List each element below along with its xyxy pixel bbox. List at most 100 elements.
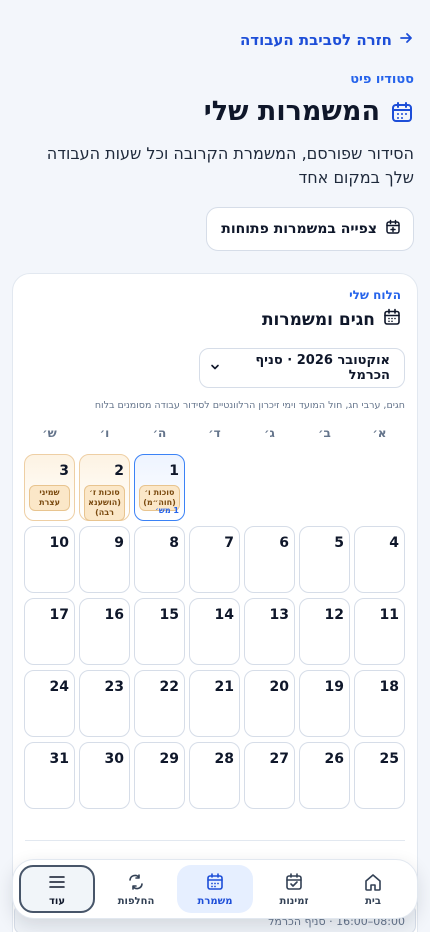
calendar-day[interactable]: 6 <box>244 526 295 593</box>
calendar-day[interactable]: 4 <box>354 526 405 593</box>
calendar-day[interactable]: 26 <box>299 742 350 809</box>
day-number: 10 <box>49 535 69 551</box>
day-number: 22 <box>159 679 179 695</box>
calendar-day[interactable]: 9 <box>79 526 130 593</box>
calendar-card: הלוח שלי חגים ומשמרות אוקטובר 2026 · סני… <box>12 273 418 932</box>
calendar-day[interactable]: 31 <box>24 742 75 809</box>
day-number: 11 <box>379 607 399 623</box>
day-number: 20 <box>269 679 289 695</box>
calendar-day[interactable]: 5 <box>299 526 350 593</box>
calendar-day[interactable]: 21 <box>189 670 240 737</box>
day-number: 29 <box>159 751 179 767</box>
page-title: המשמרות שלי <box>203 96 380 127</box>
calendar-day[interactable]: 13 <box>244 598 295 665</box>
month-branch-select[interactable]: אוקטובר 2026 · סניף הכרמל <box>199 348 405 388</box>
calendar-day[interactable]: 30 <box>79 742 130 809</box>
calendar-empty-cell <box>189 454 240 521</box>
nav-item-menu[interactable]: עוד <box>19 865 95 913</box>
day-number: 9 <box>114 535 124 551</box>
day-number: 3 <box>59 463 69 479</box>
day-number: 14 <box>214 607 234 623</box>
calendar-day[interactable]: 20 <box>244 670 295 737</box>
calendar-day[interactable]: 8 <box>134 526 185 593</box>
nav-item-label: בית <box>365 895 381 907</box>
day-number: 21 <box>214 679 234 695</box>
home-icon <box>363 872 383 892</box>
calendar-day[interactable]: 29 <box>134 742 185 809</box>
calendar-day[interactable]: 11 <box>354 598 405 665</box>
calendar-day[interactable]: 10 <box>24 526 75 593</box>
day-number: 30 <box>104 751 124 767</box>
calendar-legend-note: חגים, ערבי חג, חול המועד וימי זיכרון הרל… <box>94 400 405 411</box>
weekday-label: א׳ <box>372 426 387 440</box>
calendar-day[interactable]: 3 שמיני עצרת <box>24 454 75 521</box>
swap-icon <box>126 872 146 892</box>
calendar-title: חגים ומשמרות <box>261 309 375 330</box>
calendar-icon <box>383 308 401 331</box>
nav-item-home[interactable]: בית <box>335 865 411 913</box>
day-number: 28 <box>214 751 234 767</box>
calendar-day[interactable]: 15 <box>134 598 185 665</box>
calendar-day[interactable]: 19 <box>299 670 350 737</box>
weekday-label: ה׳ <box>152 426 167 440</box>
arrow-right-icon <box>398 30 414 50</box>
day-number: 4 <box>389 535 399 551</box>
nav-item-calendar[interactable]: משמרת <box>177 865 253 913</box>
open-shifts-label: צפייה במשמרות פתוחות <box>221 221 377 237</box>
calendar-title-row: חגים ומשמרות <box>262 308 401 331</box>
page-subtitle: הסידור שפורסם, המשמרת הקרובה וכל שעות הע… <box>46 144 414 187</box>
shift-count-badge: 1 מש׳ <box>155 506 179 515</box>
weekday-label: ג׳ <box>264 426 275 440</box>
calendar-day[interactable]: 24 <box>24 670 75 737</box>
chevron-down-icon <box>210 362 220 375</box>
calendar-day[interactable]: 18 <box>354 670 405 737</box>
day-number: 6 <box>279 535 289 551</box>
studio-name: סטודיו פיט <box>350 72 414 87</box>
holiday-tag: שמיני עצרת <box>29 485 70 511</box>
calendar-day[interactable]: 2 סוכות ז׳ (הושענא רבה) <box>79 454 130 521</box>
calendar-day[interactable]: 23 <box>79 670 130 737</box>
calendar-empty-cell <box>354 454 405 521</box>
day-number: 2 <box>114 463 124 479</box>
day-number: 27 <box>269 751 289 767</box>
calendar-plus-icon <box>385 219 401 239</box>
day-number: 17 <box>49 607 69 623</box>
calendar-check-icon <box>284 872 304 892</box>
calendar-day[interactable]: 7 <box>189 526 240 593</box>
calendar-icon <box>205 872 225 892</box>
calendar-day[interactable]: 1 סוכות ו׳ (חוה״מ) 1 מש׳ <box>134 454 185 521</box>
calendar-icon <box>390 100 414 124</box>
calendar-empty-cell <box>299 454 350 521</box>
weekday-label: ש׳ <box>42 426 57 440</box>
page-title-row: המשמרות שלי <box>204 96 414 127</box>
page: חזרה לסביבת העבודה סטודיו פיט המשמרות של… <box>0 0 430 932</box>
nav-item-swap[interactable]: החלפות <box>98 865 174 913</box>
calendar-kicker: הלוח שלי <box>349 288 401 302</box>
day-number: 7 <box>224 535 234 551</box>
calendar-day[interactable]: 14 <box>189 598 240 665</box>
day-number: 5 <box>334 535 344 551</box>
day-number: 19 <box>324 679 344 695</box>
nav-item-label: זמינות <box>279 895 309 907</box>
day-number: 13 <box>269 607 289 623</box>
day-number: 16 <box>104 607 124 623</box>
back-to-workspace-link[interactable]: חזרה לסביבת העבודה <box>16 30 414 50</box>
month-select-value: אוקטובר 2026 · סניף הכרמל <box>255 353 390 383</box>
open-shifts-button[interactable]: צפייה במשמרות פתוחות <box>206 207 414 251</box>
calendar-day[interactable]: 17 <box>24 598 75 665</box>
calendar-day[interactable]: 12 <box>299 598 350 665</box>
day-number: 23 <box>104 679 124 695</box>
day-number: 8 <box>169 535 179 551</box>
calendar-empty-cell <box>244 454 295 521</box>
nav-item-label: משמרת <box>197 895 233 907</box>
menu-icon <box>47 872 67 892</box>
calendar-day[interactable]: 25 <box>354 742 405 809</box>
calendar-day[interactable]: 22 <box>134 670 185 737</box>
bottom-navigation: בית זמינות משמרת החלפות עוד <box>12 859 418 919</box>
calendar-day[interactable]: 28 <box>189 742 240 809</box>
day-number: 31 <box>49 751 69 767</box>
calendar-day[interactable]: 27 <box>244 742 295 809</box>
back-label: חזרה לסביבת העבודה <box>239 31 392 49</box>
nav-item-calendar-check[interactable]: זמינות <box>256 865 332 913</box>
calendar-day[interactable]: 16 <box>79 598 130 665</box>
